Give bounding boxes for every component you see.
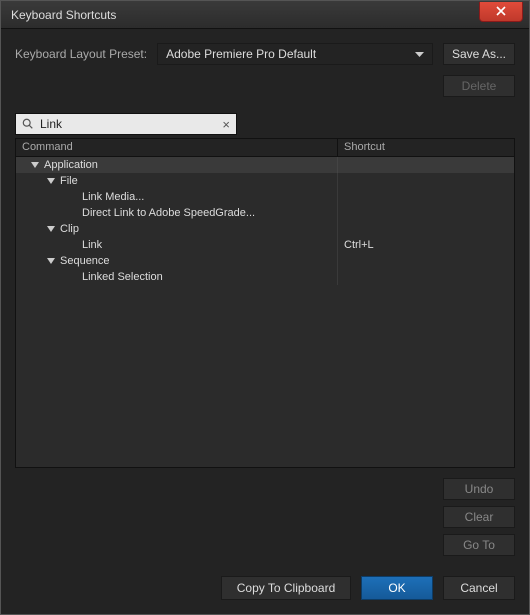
goto-button[interactable]: Go To (443, 534, 515, 556)
bottom-buttons: Copy To Clipboard OK Cancel (1, 566, 529, 614)
copy-to-clipboard-button[interactable]: Copy To Clipboard (221, 576, 351, 600)
table-row[interactable]: Direct Link to Adobe SpeedGrade... (16, 205, 514, 221)
table-row[interactable]: Application (16, 157, 514, 173)
command-cell: Link (16, 237, 338, 253)
command-label: Sequence (60, 255, 110, 267)
command-label: Direct Link to Adobe SpeedGrade... (82, 207, 255, 219)
command-label: Linked Selection (82, 271, 163, 283)
command-label: Link (82, 239, 102, 251)
undo-button[interactable]: Undo (443, 478, 515, 500)
expander-icon[interactable] (46, 176, 56, 186)
table-header: Command Shortcut (16, 139, 514, 157)
command-cell: Sequence (16, 253, 338, 269)
side-buttons: Undo Clear Go To (15, 478, 515, 556)
table-body: Application File Link Media... Direct Link … (16, 157, 514, 467)
table-row[interactable]: Link Media... (16, 189, 514, 205)
command-cell: Link Media... (16, 189, 338, 205)
delete-row: Delete (15, 75, 515, 97)
shortcut-cell[interactable] (338, 205, 514, 221)
header-shortcut[interactable]: Shortcut (338, 139, 514, 156)
command-cell: Direct Link to Adobe SpeedGrade... (16, 205, 338, 221)
expander-icon[interactable] (30, 160, 40, 170)
command-cell: Linked Selection (16, 269, 338, 285)
dialog-body: Keyboard Layout Preset: Adobe Premiere P… (1, 29, 529, 566)
preset-dropdown[interactable]: Adobe Premiere Pro Default (157, 43, 433, 65)
command-cell: Application (16, 157, 338, 173)
preset-row: Keyboard Layout Preset: Adobe Premiere P… (15, 43, 515, 65)
command-cell: File (16, 173, 338, 189)
preset-value: Adobe Premiere Pro Default (166, 47, 316, 61)
shortcut-cell[interactable] (338, 157, 514, 173)
command-cell: Clip (16, 221, 338, 237)
clear-search-button[interactable]: × (222, 117, 230, 132)
expander-icon[interactable] (46, 256, 56, 266)
search-box: × (15, 113, 237, 135)
command-label: Application (44, 159, 98, 171)
table-row[interactable]: Clip (16, 221, 514, 237)
table-row[interactable]: Linked Selection (16, 269, 514, 285)
ok-button[interactable]: OK (361, 576, 433, 600)
chevron-down-icon (415, 47, 424, 61)
shortcut-cell[interactable] (338, 173, 514, 189)
table-row[interactable]: Sequence (16, 253, 514, 269)
command-label: File (60, 175, 78, 187)
shortcut-cell[interactable] (338, 189, 514, 205)
search-icon (22, 118, 34, 130)
search-input[interactable] (34, 117, 222, 131)
close-icon (496, 6, 506, 16)
window-title: Keyboard Shortcuts (11, 8, 116, 22)
table-row[interactable]: Link Ctrl+L (16, 237, 514, 253)
command-label: Link Media... (82, 191, 144, 203)
delete-button[interactable]: Delete (443, 75, 515, 97)
titlebar: Keyboard Shortcuts (1, 1, 529, 29)
command-label: Clip (60, 223, 79, 235)
shortcuts-table: Command Shortcut Application File Link Med… (15, 138, 515, 468)
save-as-button[interactable]: Save As... (443, 43, 515, 65)
shortcut-cell[interactable]: Ctrl+L (338, 237, 514, 253)
header-command[interactable]: Command (16, 139, 338, 156)
close-button[interactable] (479, 2, 523, 22)
shortcut-cell[interactable] (338, 221, 514, 237)
shortcut-cell[interactable] (338, 253, 514, 269)
shortcut-cell[interactable] (338, 269, 514, 285)
keyboard-shortcuts-dialog: Keyboard Shortcuts Keyboard Layout Prese… (0, 0, 530, 615)
clear-button[interactable]: Clear (443, 506, 515, 528)
cancel-button[interactable]: Cancel (443, 576, 515, 600)
table-row[interactable]: File (16, 173, 514, 189)
preset-label: Keyboard Layout Preset: (15, 47, 147, 61)
expander-icon[interactable] (46, 224, 56, 234)
